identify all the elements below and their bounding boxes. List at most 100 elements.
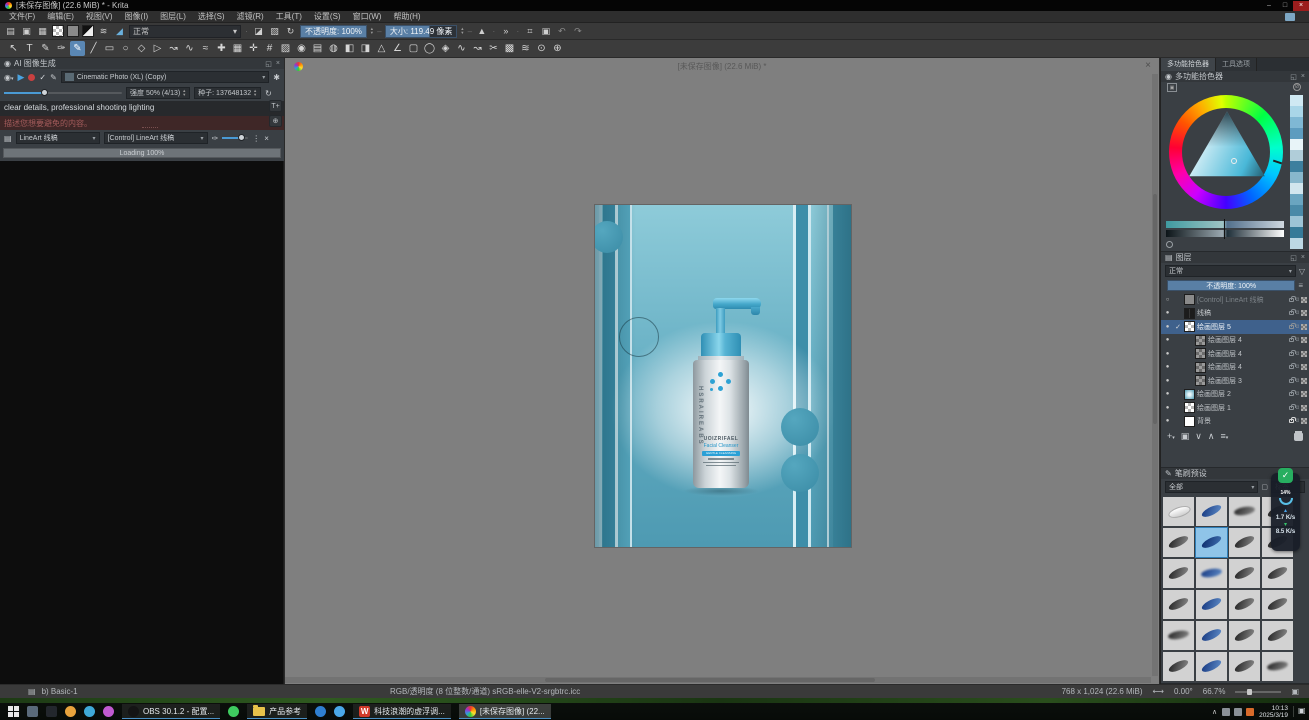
color-gradient-bar[interactable] — [1166, 221, 1284, 228]
ellipse-tool[interactable]: ○ — [118, 41, 133, 56]
brush-preset-cell-21[interactable] — [1196, 652, 1227, 681]
selector-shape-button[interactable]: ▣ — [1167, 83, 1177, 92]
strength-slider[interactable] — [4, 92, 122, 94]
layer-lock-icon[interactable] — [1289, 392, 1294, 396]
generate-button[interactable]: ▶ — [18, 72, 25, 83]
control-type-dropdown[interactable]: LineArt 线稿▾ — [16, 132, 100, 144]
brush-preset-cell-19[interactable] — [1262, 621, 1293, 650]
layer-lock-icon[interactable] — [1289, 379, 1294, 383]
color-swatch-7[interactable] — [1290, 172, 1303, 183]
menu-item-5[interactable]: 选择(S) — [192, 11, 231, 23]
value-gradient-bar[interactable] — [1166, 230, 1284, 237]
subwindow-close-icon[interactable]: × — [1145, 60, 1151, 71]
similar-select-tool[interactable]: ≋ — [518, 41, 533, 56]
brush-preset-cell-13[interactable] — [1196, 590, 1227, 619]
docker-tab-0[interactable]: 多功能拾色器 — [1161, 58, 1216, 71]
brush-preset-cell-4[interactable] — [1163, 528, 1194, 557]
new-document-icon[interactable]: ▤ — [4, 25, 17, 38]
brush-preset-cell-12[interactable] — [1163, 590, 1194, 619]
canvas-only-icon[interactable]: ▣ — [1291, 687, 1299, 696]
color-swatch-11[interactable] — [1290, 216, 1303, 227]
canvas-horizontal-scrollbar[interactable] — [285, 677, 1151, 683]
canvas-vertical-scrollbar[interactable] — [1152, 74, 1158, 676]
layer-alpha-icon[interactable]: α — [1296, 351, 1299, 357]
menu-item-8[interactable]: 设置(S) — [308, 11, 347, 23]
bezier-select-tool[interactable]: ↝ — [470, 41, 485, 56]
tray-pen[interactable] — [1222, 708, 1230, 716]
preserve-alpha-icon[interactable]: ▧ — [268, 25, 281, 38]
zoom-slider[interactable] — [1235, 691, 1281, 693]
canvas-artwork[interactable]: HSRAIREABS UOIZRIFAEL Facial Cleanser GE… — [595, 205, 851, 547]
brush-preset-cell-5[interactable] — [1196, 528, 1227, 557]
polygon-select-tool[interactable]: ◈ — [438, 41, 453, 56]
smart-patch-tool[interactable]: ◍ — [326, 41, 341, 56]
brush-preset-cell-16[interactable] — [1163, 621, 1194, 650]
layer-alpha-icon[interactable]: α — [1296, 337, 1299, 343]
layer-alpha-lock-icon[interactable] — [1301, 351, 1307, 357]
freehand-select-tool[interactable]: ∿ — [454, 41, 469, 56]
redo-icon[interactable]: ↷ — [571, 25, 584, 38]
tray-security[interactable] — [1246, 708, 1254, 716]
layer-filter-icon[interactable]: ▽ — [1299, 267, 1305, 276]
color-swatch-6[interactable] — [1290, 161, 1303, 172]
app-orange[interactable] — [65, 706, 76, 717]
canvas-area[interactable]: [未保存图像] (22.6 MiB) * × — [285, 58, 1159, 684]
color-settings-icon[interactable] — [1166, 241, 1173, 248]
wps-window[interactable]: W科技浪潮的虚浮调... — [353, 704, 451, 719]
float-icon[interactable]: ◱ — [1290, 254, 1297, 262]
brush-preset-cell-10[interactable] — [1229, 559, 1260, 588]
generate-control-icon[interactable]: ✑ — [212, 134, 219, 143]
enclose-fill-tool[interactable]: ◨ — [358, 41, 373, 56]
close-icon[interactable]: × — [276, 60, 280, 68]
chat-app[interactable] — [334, 706, 345, 717]
dynamic-brush-tool[interactable]: ≈ — [198, 41, 213, 56]
brush-preset-cell-17[interactable] — [1196, 621, 1227, 650]
live-record-button[interactable] — [28, 74, 35, 81]
edit-icon[interactable]: ✎ — [50, 73, 57, 82]
zoom-tool[interactable]: ⊙ — [534, 41, 549, 56]
multibrush-tool[interactable]: ✚ — [214, 41, 229, 56]
notification-center-icon[interactable]: ▣ — [1293, 706, 1303, 717]
size-spinner[interactable]: ▲▼ — [460, 27, 464, 35]
layer-visibility-icon[interactable]: ● — [1163, 418, 1172, 424]
color-wheel[interactable] — [1169, 95, 1283, 209]
color-swatch-10[interactable] — [1290, 205, 1303, 216]
reload-preset-icon[interactable]: ↻ — [284, 25, 297, 38]
terminal[interactable] — [46, 706, 57, 717]
brush-preset-cell-11[interactable] — [1262, 559, 1293, 588]
workspace-chooser-button[interactable] — [1285, 13, 1295, 21]
layer-alpha-lock-icon[interactable] — [1301, 297, 1307, 303]
menu-item-3[interactable]: 图像(I) — [119, 11, 155, 23]
negative-prompt-input[interactable]: 描述您想要避免的内容。 — [0, 116, 284, 130]
freehand-brush-tool[interactable]: ✎ — [70, 41, 85, 56]
layer-row-0[interactable]: ○[Control] LineArt 线稿α — [1161, 293, 1309, 307]
layer-lock-icon[interactable] — [1289, 365, 1294, 369]
layer-alpha-lock-icon[interactable] — [1301, 337, 1307, 343]
layer-visibility-icon[interactable]: ○ — [1163, 297, 1172, 303]
edit-shapes-tool[interactable]: ✎ — [38, 41, 53, 56]
menu-item-6[interactable]: 滤镜(R) — [231, 11, 270, 23]
layer-row-6[interactable]: ●绘画图层 3α — [1161, 374, 1309, 388]
randomize-seed-icon[interactable]: ↻ — [265, 89, 272, 98]
layer-alpha-icon[interactable]: α — [1296, 405, 1299, 411]
flow-icon[interactable]: » — [499, 25, 512, 38]
rect-select-tool[interactable]: ▢ — [406, 41, 421, 56]
brush-view-icon[interactable]: ▢ — [1261, 483, 1268, 491]
layer-alpha-icon[interactable]: α — [1296, 378, 1299, 384]
layer-alpha-icon[interactable]: α — [1296, 391, 1299, 397]
krita-window[interactable]: [未保存图像] (22... — [459, 704, 551, 719]
color-swatch-13[interactable] — [1290, 238, 1303, 249]
move-tool[interactable]: ✛ — [246, 41, 261, 56]
text-tool[interactable]: T — [22, 41, 37, 56]
layer-lock-icon[interactable] — [1289, 419, 1294, 423]
minimize-button[interactable]: – — [1261, 1, 1277, 11]
no-color-icon[interactable]: ⊘ — [1293, 83, 1301, 91]
add-layer-button[interactable]: +▾ — [1167, 431, 1175, 441]
brush-preset-cell-0[interactable] — [1163, 497, 1194, 526]
app-blue[interactable] — [315, 706, 326, 717]
color-swatch-1[interactable] — [1290, 106, 1303, 117]
color-swatch-4[interactable] — [1290, 139, 1303, 150]
freehand-path-tool[interactable]: ∿ — [182, 41, 197, 56]
color-sampler-tool[interactable]: ◉ — [294, 41, 309, 56]
opacity-field[interactable]: 不透明度: 100% — [300, 25, 367, 38]
